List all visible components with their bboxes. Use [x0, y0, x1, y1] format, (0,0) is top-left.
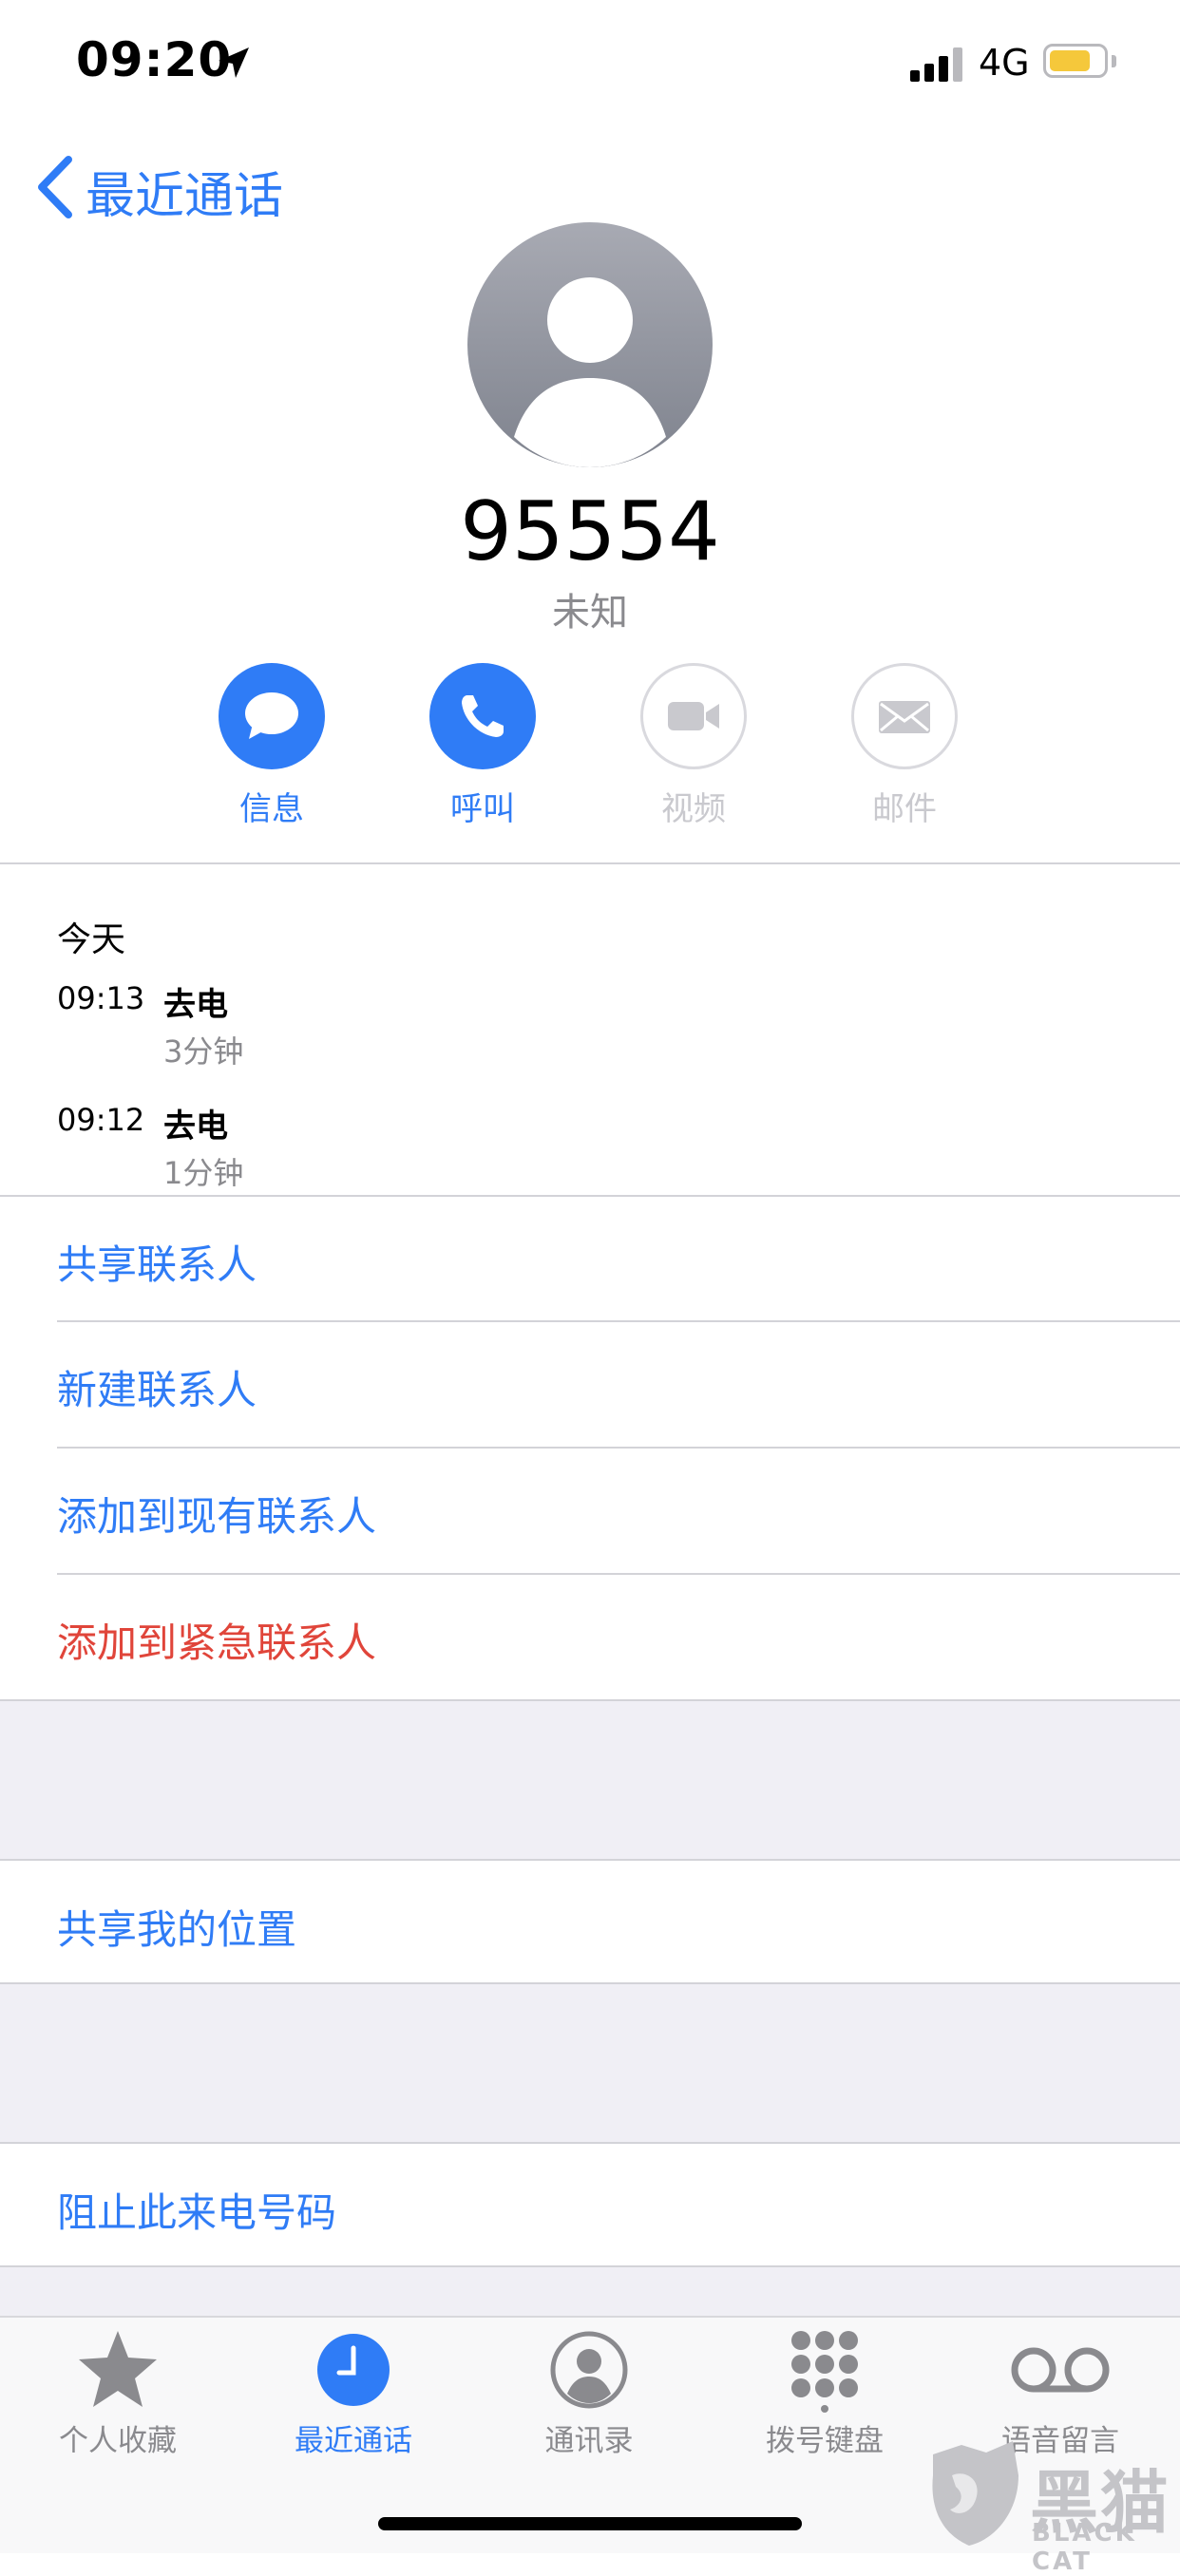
- video-label: 视频: [661, 790, 726, 828]
- person-silhouette-icon: [514, 277, 666, 467]
- tab-contacts-label: 通讯录: [544, 2424, 634, 2458]
- call-duration: 3分钟: [163, 1033, 244, 1070]
- signal-strength-icon: [910, 47, 963, 82]
- location-arrow-icon: [219, 47, 249, 78]
- divider: [57, 1320, 1180, 1322]
- message-label: 信息: [239, 790, 304, 828]
- group-separator: [0, 2265, 1180, 2318]
- day-header: 今天: [57, 920, 126, 959]
- watermark-subtext: BLACK CAT: [1032, 2519, 1137, 2576]
- voicemail-icon: [1011, 2347, 1110, 2393]
- back-chevron-icon[interactable]: [32, 154, 76, 220]
- add-emergency-contact-button[interactable]: 添加到紧急联系人: [57, 1611, 376, 1669]
- caller-number: 95554: [460, 484, 720, 579]
- tab-favorites-label: 个人收藏: [59, 2424, 177, 2458]
- caller-label: 未知: [552, 591, 628, 635]
- call-label: 呼叫: [450, 790, 515, 828]
- divider: [0, 1195, 1180, 1197]
- group-separator: [0, 1982, 1180, 2144]
- divider: [57, 1573, 1180, 1575]
- call-time: 09:12: [57, 1102, 145, 1138]
- share-contact-button[interactable]: 共享联系人: [57, 1233, 257, 1291]
- mail-icon: [879, 701, 930, 733]
- star-icon: [79, 2331, 157, 2407]
- new-contact-button[interactable]: 新建联系人: [57, 1358, 257, 1416]
- call-time: 09:13: [57, 980, 145, 1016]
- back-button[interactable]: 最近通话: [86, 156, 283, 227]
- phone-icon: [462, 695, 504, 737]
- add-to-existing-contact-button[interactable]: 添加到现有联系人: [57, 1485, 376, 1543]
- call-type: 去电: [163, 986, 228, 1024]
- home-indicator[interactable]: [378, 2517, 802, 2530]
- network-type: 4G: [979, 42, 1030, 84]
- clock-icon: [317, 2334, 390, 2406]
- battery-level: [1050, 50, 1090, 71]
- mail-label: 邮件: [872, 790, 937, 828]
- video-button[interactable]: [640, 663, 747, 769]
- message-button[interactable]: [219, 663, 325, 769]
- black-cat-logo-icon: [932, 2441, 1018, 2546]
- message-icon: [245, 692, 298, 739]
- battery-nub: [1112, 55, 1116, 67]
- share-location-button[interactable]: 共享我的位置: [57, 1898, 296, 1956]
- tab-recents-label: 最近通话: [295, 2424, 412, 2458]
- call-duration: 1分钟: [163, 1155, 244, 1191]
- battery-icon: [1043, 44, 1108, 78]
- contact-icon: [550, 2331, 628, 2409]
- divider: [57, 1447, 1180, 1449]
- group-separator: [0, 1699, 1180, 1861]
- divider: [0, 862, 1180, 864]
- keypad-icon: [791, 2331, 858, 2413]
- video-icon: [668, 702, 719, 730]
- mail-button[interactable]: [851, 663, 958, 769]
- block-caller-button[interactable]: 阻止此来电号码: [57, 2181, 336, 2239]
- call-button[interactable]: [429, 663, 536, 769]
- call-type: 去电: [163, 1108, 228, 1146]
- avatar: [467, 222, 713, 467]
- status-time: 09:20: [76, 32, 233, 87]
- tab-keypad-label: 拨号键盘: [766, 2424, 884, 2458]
